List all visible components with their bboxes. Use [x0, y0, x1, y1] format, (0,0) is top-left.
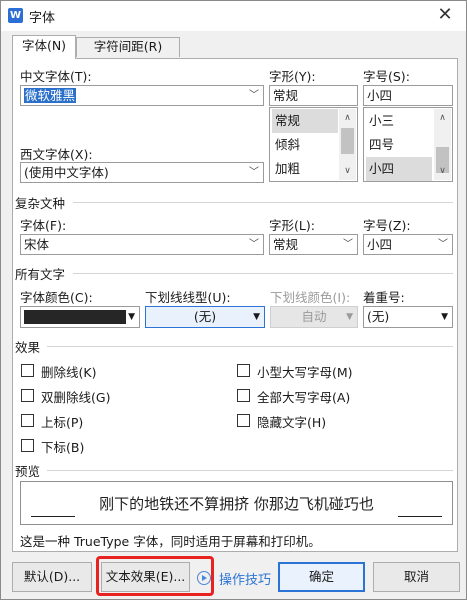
section-divider: [73, 273, 453, 274]
title-bar: W 字体 ✕: [1, 1, 466, 31]
dialog-title: 字体: [29, 11, 56, 26]
font-type-note: 这是一种 TrueType 字体，同时适用于屏幕和打印机。: [20, 534, 321, 549]
dropdown-arrow-icon[interactable]: ▼: [128, 307, 135, 327]
dropdown-arrow-icon: ▼: [346, 312, 353, 322]
section-divider: [73, 202, 453, 203]
all-caps-label[interactable]: 全部大写字母(A): [257, 387, 350, 406]
size-scrollbar[interactable]: ∧ ∨: [434, 109, 451, 180]
hidden-text-checkbox[interactable]: [237, 414, 250, 427]
size-input[interactable]: 小四: [363, 85, 453, 106]
underline-type-label: 下划线线型(U):: [145, 290, 231, 305]
ok-button[interactable]: 确定: [278, 562, 365, 592]
complex-style-label: 字形(L):: [269, 218, 315, 233]
subscript-checkbox[interactable]: [21, 439, 34, 452]
style-option-italic[interactable]: 倾斜: [272, 133, 338, 157]
style-input[interactable]: 常规: [269, 85, 358, 106]
wps-writer-icon: W: [8, 8, 23, 23]
underline-type-combo[interactable]: (无) ▼: [145, 306, 265, 328]
double-strikethrough-checkbox[interactable]: [21, 389, 34, 402]
preview-box: 刚下的地铁还不算拥挤 你那边飞机碰巧也: [20, 481, 453, 525]
size-option-sihao[interactable]: 四号: [366, 133, 432, 157]
section-divider: [47, 470, 453, 471]
superscript-checkbox[interactable]: [21, 414, 34, 427]
emphasis-label: 着重号:: [363, 290, 405, 305]
underline-type-value: (无): [193, 309, 217, 324]
play-circle-icon[interactable]: [197, 571, 211, 585]
underline-color-label: 下划线颜色(I):: [270, 290, 351, 305]
western-font-value: (使用中文字体): [24, 165, 109, 180]
hidden-text-label[interactable]: 隐藏文字(H): [257, 412, 326, 431]
complex-size-label: 字号(Z):: [363, 218, 411, 233]
chevron-down-icon[interactable]: ∨: [339, 162, 356, 180]
all-caps-checkbox[interactable]: [237, 389, 250, 402]
complex-style-value: 常规: [273, 237, 299, 252]
tab-character-spacing[interactable]: 字符间距(R): [76, 37, 180, 57]
chevron-down-icon[interactable]: ∨: [434, 162, 451, 180]
chinese-font-label: 中文字体(T):: [20, 69, 92, 84]
font-color-swatch: [24, 310, 126, 324]
style-option-regular[interactable]: 常规: [272, 109, 338, 133]
chevron-down-icon[interactable]: ﹀: [249, 163, 259, 182]
size-label: 字号(S):: [363, 69, 410, 84]
western-font-label: 西文字体(X):: [20, 147, 93, 162]
tab-font[interactable]: 字体(N): [12, 35, 76, 59]
style-listbox[interactable]: 常规 倾斜 加粗 ∧ ∨: [269, 107, 358, 182]
western-font-combo[interactable]: (使用中文字体) ﹀: [20, 162, 264, 183]
strikethrough-checkbox[interactable]: [21, 364, 34, 377]
chevron-down-icon[interactable]: ﹀: [249, 86, 259, 105]
dropdown-arrow-icon[interactable]: ▼: [441, 307, 448, 327]
close-icon[interactable]: ✕: [436, 5, 454, 25]
size-option-xiaosan[interactable]: 小三: [366, 109, 432, 133]
underline-color-value: 自动: [301, 309, 327, 324]
superscript-label[interactable]: 上标(P): [41, 412, 83, 431]
underline-color-combo: 自动 ▼: [270, 306, 358, 328]
preview-baseline-left: [31, 516, 75, 517]
double-strikethrough-label[interactable]: 双删除线(G): [41, 387, 110, 406]
chevron-up-icon[interactable]: ∧: [434, 109, 451, 127]
subscript-label[interactable]: 下标(B): [41, 437, 84, 456]
default-button[interactable]: 默认(D)...: [12, 562, 92, 592]
style-scrollbar[interactable]: ∧ ∨: [339, 109, 356, 180]
complex-font-value: 宋体: [24, 237, 50, 252]
all-text-section-title: 所有文字: [15, 267, 66, 282]
preview-baseline-right: [398, 516, 442, 517]
preview-section-title: 预览: [15, 464, 41, 479]
chevron-down-icon[interactable]: ﹀: [343, 235, 353, 254]
scroll-thumb[interactable]: [341, 128, 354, 154]
size-option-xiaosi[interactable]: 小四: [366, 157, 432, 181]
emphasis-value: (无): [367, 309, 390, 324]
emphasis-combo[interactable]: (无) ▼: [363, 306, 453, 328]
style-label: 字形(Y):: [269, 69, 316, 84]
font-color-label: 字体颜色(C):: [20, 290, 93, 305]
chevron-up-icon[interactable]: ∧: [339, 109, 356, 127]
tips-link[interactable]: 操作技巧: [219, 569, 271, 588]
font-color-combo[interactable]: ▼: [20, 306, 140, 328]
complex-font-combo[interactable]: 宋体 ﹀: [20, 234, 264, 255]
dropdown-arrow-icon[interactable]: ▼: [253, 307, 260, 327]
chevron-down-icon[interactable]: ﹀: [438, 235, 448, 254]
complex-style-combo[interactable]: 常规 ﹀: [269, 234, 358, 255]
chevron-down-icon[interactable]: ﹀: [249, 235, 259, 254]
small-caps-label[interactable]: 小型大写字母(M): [257, 362, 353, 381]
cancel-button[interactable]: 取消: [373, 562, 460, 592]
small-caps-checkbox[interactable]: [237, 364, 250, 377]
complex-size-value: 小四: [367, 237, 393, 252]
chinese-font-combo[interactable]: 微软雅黑 ﹀: [20, 85, 264, 106]
complex-section-title: 复杂文种: [15, 196, 66, 211]
complex-size-combo[interactable]: 小四 ﹀: [363, 234, 453, 255]
chinese-font-value: 微软雅黑: [24, 88, 77, 103]
size-listbox[interactable]: 小三 四号 小四 ∧ ∨: [363, 107, 453, 182]
effects-section-title: 效果: [15, 340, 41, 355]
font-dialog: W 字体 ✕ 字体(N) 字符间距(R) 中文字体(T): 微软雅黑 ﹀ 字形(…: [0, 0, 467, 600]
strikethrough-label[interactable]: 删除线(K): [41, 362, 96, 381]
style-option-bold[interactable]: 加粗: [272, 157, 338, 181]
preview-text: 刚下的地铁还不算拥挤 你那边飞机碰巧也: [99, 495, 374, 513]
complex-font-label: 字体(F):: [20, 218, 67, 233]
section-divider: [47, 346, 453, 347]
